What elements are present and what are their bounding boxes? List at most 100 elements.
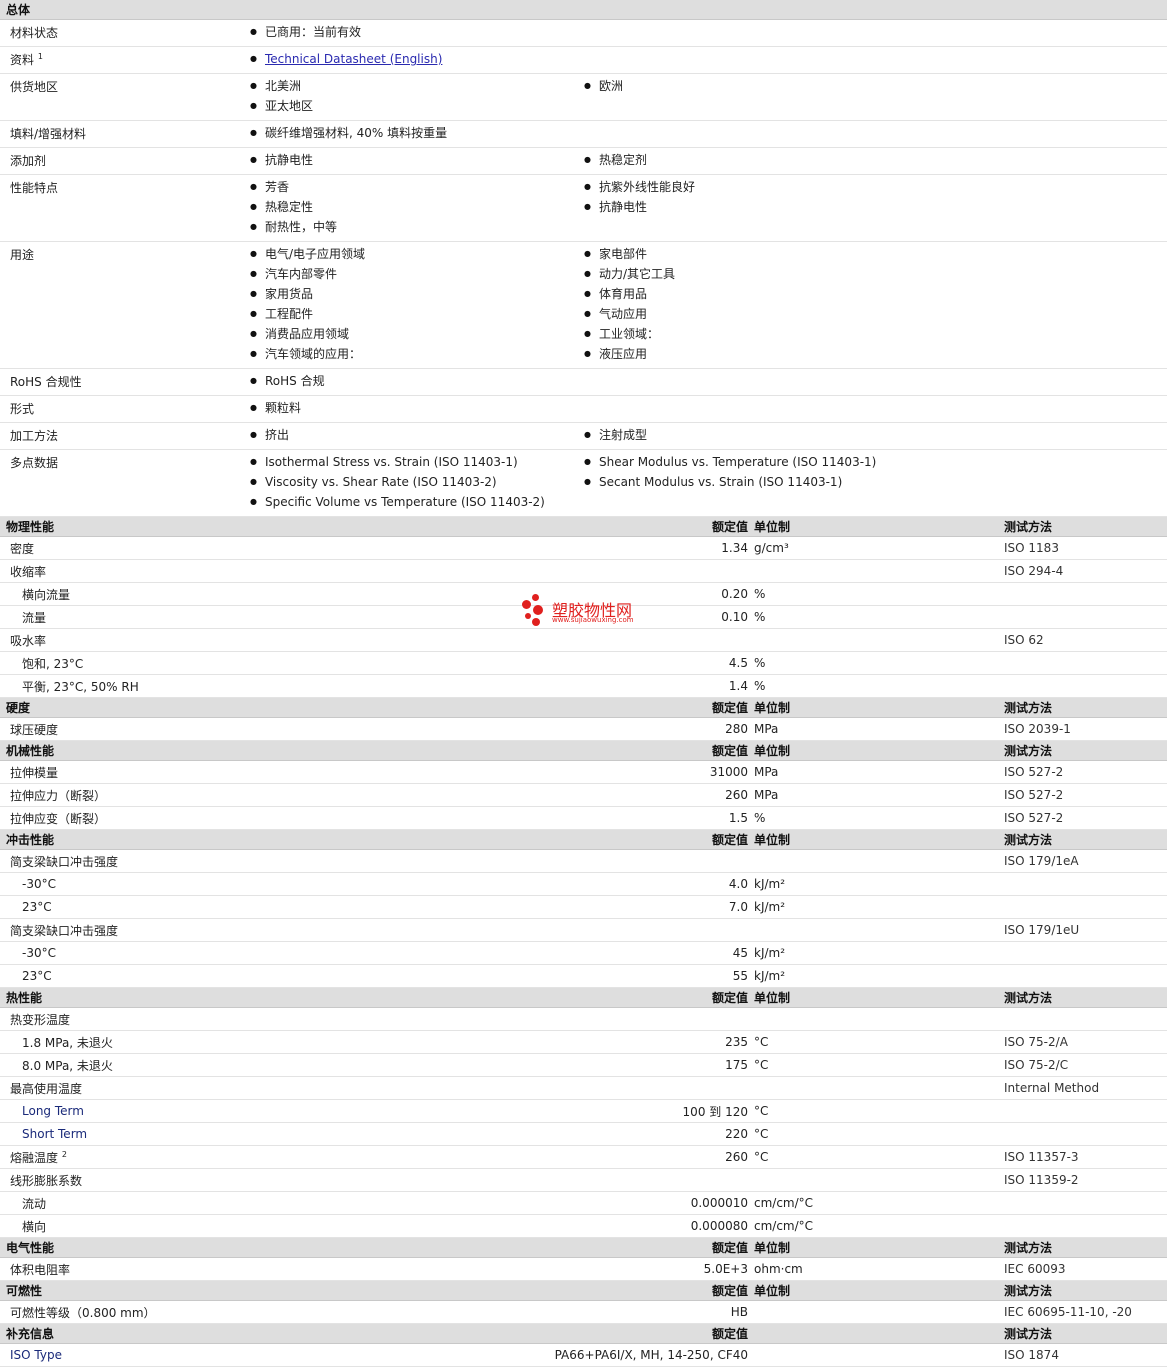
property-label: 吸水率	[0, 628, 250, 652]
label-text: 23°C	[22, 900, 52, 914]
property-label: 流动	[0, 1191, 250, 1215]
list-item: Viscosity vs. Shear Rate (ISO 11403-2)	[250, 474, 584, 494]
property-row: 平衡, 23°C, 50% RH 1.4%	[0, 674, 1167, 698]
list-item: 热稳定性	[250, 199, 584, 219]
general-row-values: Technical Datasheet (English)	[250, 46, 1167, 74]
property-row: 流动 0.000010 cm/cm/°C	[0, 1191, 1167, 1215]
property-unit: cm/cm/°C	[754, 1214, 1004, 1238]
label-text: 流量	[22, 610, 47, 625]
property-unit	[754, 1300, 1004, 1324]
property-value: 31000	[250, 760, 754, 784]
property-test-method	[1004, 674, 1167, 698]
property-label: 可燃性等级（0.800 mm）	[0, 1300, 250, 1324]
rated-value-header: 额定值	[250, 1280, 754, 1301]
label-text: -30°C	[22, 877, 56, 891]
property-row: Short Term 220 °C	[0, 1122, 1167, 1146]
label-text: 平衡, 23°C, 50% RH	[22, 679, 139, 694]
general-row: RoHS 合规性 RoHS 合规	[0, 368, 1167, 396]
property-value: 4.0	[250, 872, 754, 896]
property-row: 密度 1.34 g/cm³ ISO 1183	[0, 536, 1167, 560]
rated-value-header: 额定值	[250, 740, 754, 761]
bullet-list: 北美洲欧洲亚太地区	[250, 78, 1167, 118]
section-title: 总体	[0, 0, 1167, 20]
datasheet-table: 总体材料状态 已商用：当前有效资料 1 Technical Datasheet (E…	[0, 0, 1167, 1367]
property-row: 线形膨胀系数 ISO 11359-2	[0, 1168, 1167, 1192]
list-item: Shear Modulus vs. Temperature (ISO 11403…	[584, 454, 918, 474]
rated-value-header: 额定值	[250, 697, 754, 718]
test-method-header: 测试方法	[1004, 1280, 1167, 1301]
label-text: 加工方法	[10, 429, 59, 443]
label-text: 填料/增强材料	[10, 127, 87, 141]
label-text: -30°C	[22, 946, 56, 960]
label-text: 吸水率	[10, 633, 47, 648]
label-text: 密度	[10, 541, 35, 556]
property-test-method: ISO 527-2	[1004, 760, 1167, 784]
property-value: 45	[250, 941, 754, 965]
list-item: 抗静电性	[584, 199, 918, 219]
property-unit: kJ/m²	[754, 895, 1004, 919]
property-unit: °C	[754, 1099, 1004, 1123]
property-label: 密度	[0, 536, 250, 560]
test-method-header: 测试方法	[1004, 697, 1167, 718]
label-text: 供货地区	[10, 80, 59, 94]
section-header: 热性能 额定值 单位制 测试方法	[0, 987, 1167, 1008]
label-text: 熔融温度	[10, 1150, 59, 1165]
property-label: 拉伸模量	[0, 760, 250, 784]
property-label: 球压硬度	[0, 717, 250, 741]
property-row: 球压硬度 280 MPa ISO 2039-1	[0, 717, 1167, 741]
property-label: Short Term	[0, 1122, 250, 1146]
property-label: 23°C	[0, 964, 250, 988]
bullet-list: 芳香抗紫外线性能良好热稳定性抗静电性耐热性，中等	[250, 179, 1167, 239]
general-row: 加工方法 挤出注射成型	[0, 422, 1167, 450]
general-row: 添加剂 抗静电性热稳定剂	[0, 147, 1167, 175]
general-row-label: 用途	[0, 241, 250, 369]
property-row: 体积电阻率 5.0E+3 ohm·cm IEC 60093	[0, 1257, 1167, 1281]
property-test-method: ISO 75-2/A	[1004, 1030, 1167, 1054]
section-header: 硬度 额定值 单位制 测试方法	[0, 697, 1167, 718]
label-text: 线形膨胀系数	[10, 1173, 83, 1188]
general-row-values: 抗静电性热稳定剂	[250, 147, 1167, 175]
property-unit: kJ/m²	[754, 872, 1004, 896]
section-header: 电气性能 额定值 单位制 测试方法	[0, 1237, 1167, 1258]
bullet-list: 已商用：当前有效	[250, 24, 1167, 44]
section-title: 电气性能	[0, 1237, 250, 1258]
list-item: 体育用品	[584, 286, 918, 306]
bullet-list: 抗静电性热稳定剂	[250, 152, 1167, 172]
general-row: 材料状态 已商用：当前有效	[0, 19, 1167, 47]
property-label: Long Term	[0, 1099, 250, 1123]
property-row: 拉伸应力（断裂） 260 MPa ISO 527-2	[0, 783, 1167, 807]
property-label: 线形膨胀系数	[0, 1168, 250, 1192]
property-label: 最高使用温度	[0, 1076, 250, 1100]
datasheet-link[interactable]: Technical Datasheet (English)	[265, 52, 442, 66]
watermark-logo: 塑胶物性网 www.sujiaowuxing.com	[520, 594, 660, 630]
unit-header: 单位制	[754, 1237, 1004, 1258]
property-unit	[754, 628, 1004, 652]
test-method-header: 测试方法	[1004, 1237, 1167, 1258]
property-value: 4.5	[250, 651, 754, 675]
general-row-values: 颗粒料	[250, 395, 1167, 423]
label-text: 横向流量	[22, 587, 71, 602]
rated-value-header: 额定值	[250, 829, 754, 850]
unit-header: 单位制	[754, 987, 1004, 1008]
property-unit: MPa	[754, 783, 1004, 807]
section-header: 补充信息 额定值 测试方法	[0, 1323, 1167, 1344]
property-row: ISO Type PA66+PA6I/X, MH, 14-250, CF40 ISO…	[0, 1343, 1167, 1367]
property-label: 熔融温度 2	[0, 1145, 250, 1169]
list-item: 挤出	[250, 427, 584, 447]
label-text: 性能特点	[10, 181, 59, 195]
section-title: 可燃性	[0, 1280, 250, 1301]
property-unit: %	[754, 651, 1004, 675]
property-test-method	[1004, 1122, 1167, 1146]
label-text: 8.0 MPa, 未退火	[22, 1058, 113, 1073]
bullet-list: 颗粒料	[250, 400, 1167, 420]
list-item: Secant Modulus vs. Strain (ISO 11403-1)	[584, 474, 918, 494]
property-label: -30°C	[0, 941, 250, 965]
general-row-values: 已商用：当前有效	[250, 19, 1167, 47]
general-row-label: 多点数据	[0, 449, 250, 517]
property-row: 23°C 7.0 kJ/m²	[0, 895, 1167, 919]
property-value: 280	[250, 717, 754, 741]
property-value: 235	[250, 1030, 754, 1054]
property-label: 平衡, 23°C, 50% RH	[0, 674, 250, 698]
property-unit: MPa	[754, 760, 1004, 784]
label-text: 体积电阻率	[10, 1262, 71, 1277]
